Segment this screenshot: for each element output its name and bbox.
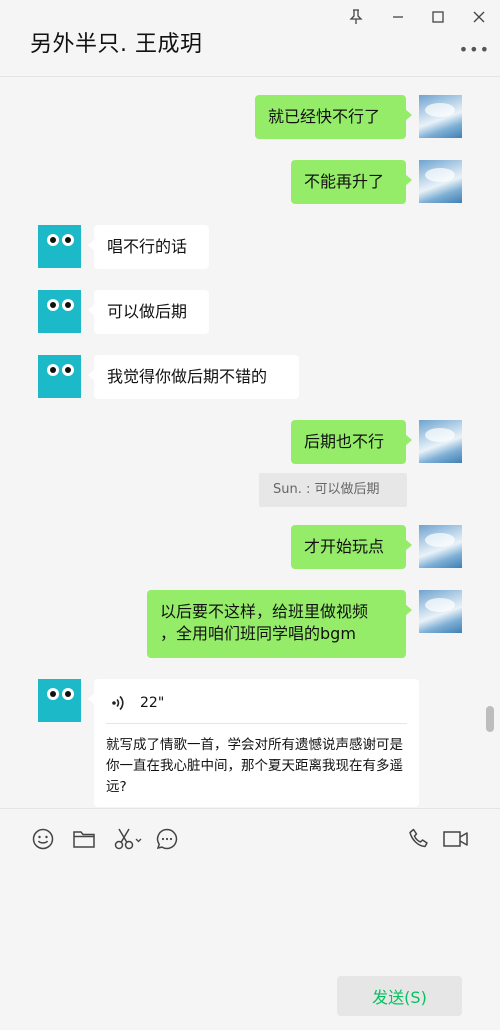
contact-avatar[interactable] <box>38 290 81 333</box>
message-bubble-self[interactable]: 不能再升了 <box>291 160 412 204</box>
message-line: 以后要不这样，给班里做视频 <box>160 602 369 621</box>
chat-bubble-icon[interactable] <box>153 825 181 853</box>
chat-title: 另外半只. 王成玥 <box>30 32 203 57</box>
message-bubble-self[interactable]: 以后要不这样，给班里做视频 ，全用咱们班同学唱的bgm <box>147 590 412 658</box>
avatar-eye <box>47 364 59 376</box>
quoted-message[interactable]: Sun. : 可以做后期 <box>259 473 407 507</box>
video-icon[interactable] <box>441 825 471 853</box>
minimize-icon[interactable] <box>387 6 409 28</box>
avatar-eye <box>47 299 59 311</box>
contact-avatar[interactable] <box>38 225 81 268</box>
avatar-eye <box>47 688 59 700</box>
pin-icon[interactable] <box>345 6 367 28</box>
avatar-eye <box>62 234 74 246</box>
message-bubble-other[interactable]: 我觉得你做后期不错的 <box>88 355 299 399</box>
self-avatar[interactable] <box>419 160 462 203</box>
contact-avatar[interactable] <box>38 679 81 722</box>
self-avatar[interactable] <box>419 95 462 138</box>
message-line: ，全用咱们班同学唱的bgm <box>160 624 356 643</box>
avatar-eye <box>62 688 74 700</box>
self-avatar[interactable] <box>419 525 462 568</box>
message-bubble-self[interactable]: 后期也不行 <box>291 420 412 464</box>
message-bubble-self[interactable]: 就已经快不行了 <box>255 95 412 139</box>
contact-avatar[interactable] <box>38 355 81 398</box>
divider <box>106 723 407 724</box>
input-area[interactable]: 发送(S) <box>0 808 500 1030</box>
title-bar: 另外半只. 王成玥 ••• <box>0 0 500 77</box>
voice-wave-icon <box>110 693 128 717</box>
chat-scrollbar[interactable] <box>486 706 494 732</box>
scissors-icon[interactable] <box>112 825 144 853</box>
message-bubble-other[interactable]: 可以做后期 <box>88 290 209 334</box>
more-options-icon[interactable]: ••• <box>459 40 490 59</box>
avatar-eye <box>62 364 74 376</box>
voice-message-card[interactable]: 22" 就写成了情歌一首，学会对所有遗憾说声感谢可是你一直在我心脏中间，那个夏天… <box>88 679 419 807</box>
self-avatar[interactable] <box>419 590 462 633</box>
close-icon[interactable] <box>468 6 490 28</box>
voice-transcript: 就写成了情歌一首，学会对所有遗憾说声感谢可是你一直在我心脏中间，那个夏天距离我现… <box>106 737 403 795</box>
phone-icon[interactable] <box>405 825 433 853</box>
emoji-icon[interactable] <box>29 825 57 853</box>
message-bubble-other[interactable]: 唱不行的话 <box>88 225 209 269</box>
message-bubble-self[interactable]: 才开始玩点 <box>291 525 412 569</box>
avatar-eye <box>62 299 74 311</box>
self-avatar[interactable] <box>419 420 462 463</box>
maximize-icon[interactable] <box>427 6 449 28</box>
send-button[interactable]: 发送(S) <box>337 976 462 1016</box>
folder-icon[interactable] <box>70 825 98 853</box>
avatar-eye <box>47 234 59 246</box>
voice-duration: 22" <box>140 695 165 711</box>
